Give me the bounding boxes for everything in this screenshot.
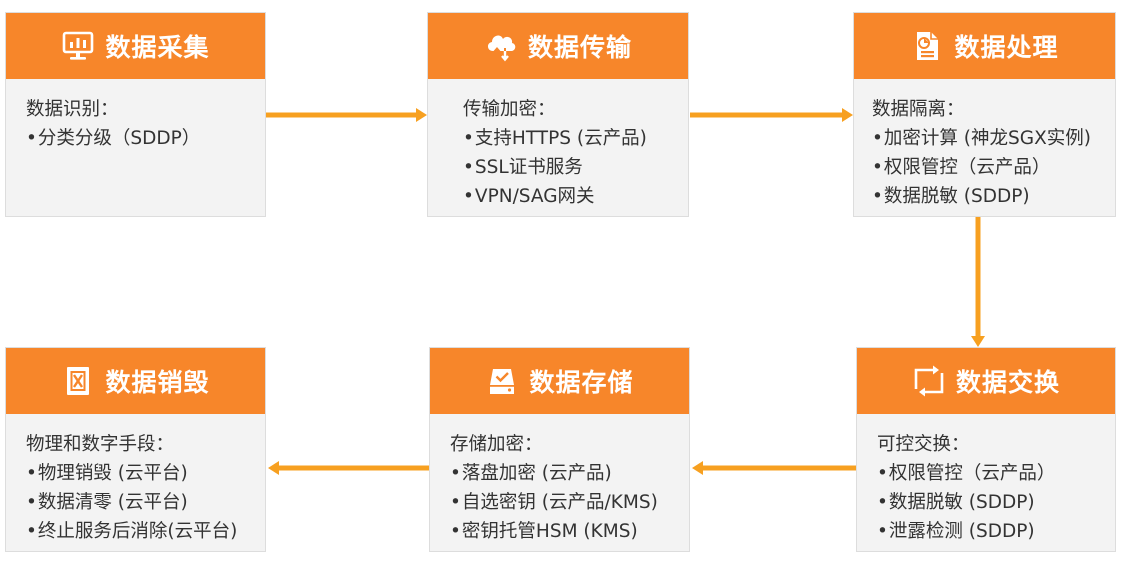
arrow-storage-to-destruction — [268, 461, 429, 475]
arrow-collection-to-transfer — [266, 108, 427, 122]
arrow-processing-to-exchange — [971, 217, 985, 347]
flow-arrows — [266, 108, 985, 475]
arrow-transfer-to-processing — [690, 108, 853, 122]
arrow-exchange-to-storage — [692, 461, 856, 475]
